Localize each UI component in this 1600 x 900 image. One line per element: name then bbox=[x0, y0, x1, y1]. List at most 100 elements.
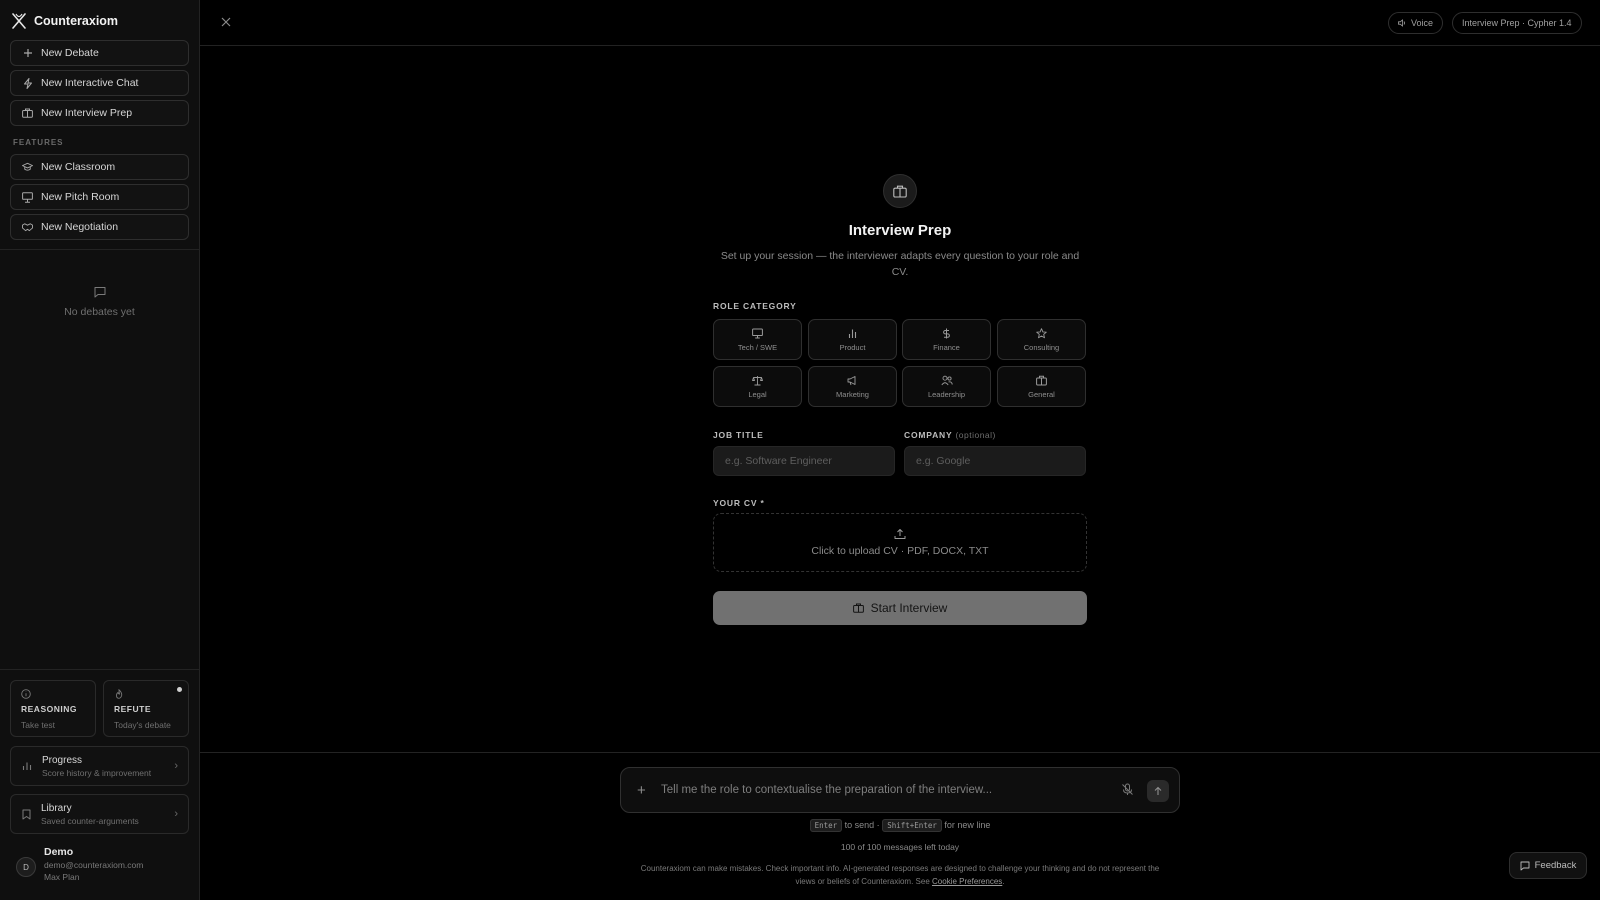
company-label: COMPANY bbox=[904, 430, 953, 440]
sidebar-divider bbox=[0, 249, 199, 250]
star-icon bbox=[1036, 327, 1047, 339]
brand-name: Counteraxiom bbox=[34, 14, 119, 28]
new-interview-prep-button[interactable]: New Interview Prep bbox=[10, 100, 189, 126]
briefcase-icon bbox=[852, 603, 864, 613]
sidebar-bottom-divider bbox=[0, 669, 199, 670]
shift-enter-key: Shift+Enter bbox=[882, 819, 942, 832]
brand[interactable]: Counteraxiom bbox=[12, 10, 118, 32]
progress-link[interactable]: Progress Score history & improvement › bbox=[10, 746, 189, 786]
refute-title: REFUTE bbox=[114, 704, 151, 714]
bar-chart-icon bbox=[22, 761, 32, 771]
new-interactive-chat-button[interactable]: New Interactive Chat bbox=[10, 70, 189, 96]
mic-off-icon[interactable] bbox=[1121, 783, 1134, 796]
role-label: Consulting bbox=[1023, 342, 1060, 352]
mode-selector[interactable]: Interview Prep · Cypher 1.4 bbox=[1452, 12, 1582, 34]
cookie-preferences-link[interactable]: Cookie Preferences bbox=[932, 877, 1002, 886]
voice-button[interactable]: Voice bbox=[1388, 12, 1444, 34]
company-optional: (optional) bbox=[955, 430, 996, 440]
refute-card[interactable]: REFUTE Today's debate bbox=[103, 680, 189, 737]
megaphone-icon bbox=[847, 375, 858, 386]
feedback-button[interactable]: Feedback bbox=[1509, 852, 1587, 879]
disclaimer-text: Counteraxiom can make mistakes. Check im… bbox=[640, 864, 1160, 886]
user-email: demo@counteraxiom.com bbox=[44, 860, 144, 870]
job-title-heading: JOB TITLE bbox=[713, 430, 764, 440]
user-name: Demo bbox=[44, 846, 74, 858]
graduation-cap-icon bbox=[22, 162, 33, 173]
role-category-heading: ROLE CATEGORY bbox=[713, 301, 797, 311]
role-finance[interactable]: Finance bbox=[902, 319, 991, 360]
plus-icon bbox=[22, 48, 33, 59]
avatar: D bbox=[16, 857, 36, 877]
role-label: Leadership bbox=[927, 389, 966, 399]
info-icon bbox=[21, 689, 85, 699]
briefcase-icon bbox=[883, 174, 917, 208]
mode-label: Interview Prep · Cypher 1.4 bbox=[1462, 18, 1572, 28]
upload-icon bbox=[894, 528, 906, 540]
briefcase-icon bbox=[1036, 375, 1047, 386]
logo-icon bbox=[12, 13, 26, 29]
role-marketing[interactable]: Marketing bbox=[808, 366, 897, 407]
reasoning-sub: Take test bbox=[21, 720, 56, 730]
chat-bubble-icon bbox=[94, 286, 106, 298]
start-interview-button[interactable]: Start Interview bbox=[713, 591, 1087, 625]
bookmark-icon bbox=[22, 809, 31, 820]
progress-sub: Score history & improvement bbox=[42, 767, 152, 778]
messages-left: 100 of 100 messages left today bbox=[840, 842, 960, 852]
empty-debates-text: No debates yet bbox=[64, 306, 135, 318]
role-label: Product bbox=[839, 342, 866, 352]
chat-bubble-icon bbox=[1520, 861, 1530, 871]
hint-newline: for new line bbox=[944, 820, 991, 830]
briefcase-icon bbox=[22, 108, 33, 119]
page-subtitle: Set up your session — the interviewer ad… bbox=[720, 250, 1080, 278]
new-classroom-label: New Classroom bbox=[41, 161, 116, 173]
hint-send: to send · bbox=[844, 820, 880, 830]
monitor-icon bbox=[752, 328, 763, 339]
enter-key: Enter bbox=[809, 819, 843, 832]
speaker-icon bbox=[1398, 19, 1407, 27]
sidebar: Counteraxiom New Debate New Interactive … bbox=[0, 0, 200, 900]
role-product[interactable]: Product bbox=[808, 319, 897, 360]
library-link[interactable]: Library Saved counter-arguments › bbox=[10, 794, 189, 834]
new-pitch-room-label: New Pitch Room bbox=[41, 191, 120, 203]
new-interview-prep-label: New Interview Prep bbox=[41, 107, 133, 119]
new-classroom-button[interactable]: New Classroom bbox=[10, 154, 189, 180]
upload-text: Click to upload CV · PDF, DOCX, TXT bbox=[811, 545, 989, 557]
new-pitch-room-button[interactable]: New Pitch Room bbox=[10, 184, 189, 210]
role-label: Finance bbox=[933, 342, 960, 352]
send-button[interactable] bbox=[1147, 780, 1169, 802]
dollar-icon bbox=[941, 328, 952, 339]
close-icon[interactable] bbox=[219, 15, 233, 29]
page-title: Interview Prep bbox=[848, 222, 952, 239]
bolt-icon bbox=[22, 77, 33, 89]
chevron-right-icon: › bbox=[174, 760, 178, 772]
role-general[interactable]: General bbox=[997, 366, 1086, 407]
users-icon bbox=[941, 375, 953, 386]
composer-divider bbox=[200, 752, 1600, 753]
attach-plus-icon[interactable]: + bbox=[637, 782, 646, 799]
role-leadership[interactable]: Leadership bbox=[902, 366, 991, 407]
message-composer[interactable]: + Tell me the role to contextualise the … bbox=[620, 767, 1180, 813]
user-profile[interactable]: D Demo demo@counteraxiom.com Max Plan bbox=[16, 846, 143, 882]
company-input[interactable]: e.g. Google bbox=[904, 446, 1086, 476]
role-legal[interactable]: Legal bbox=[713, 366, 802, 407]
message-input[interactable]: Tell me the role to contextualise the pr… bbox=[661, 784, 992, 796]
features-heading: FEATURES bbox=[13, 138, 64, 147]
new-debate-label: New Debate bbox=[41, 47, 99, 59]
presentation-icon bbox=[22, 191, 33, 203]
disclaimer: Counteraxiom can make mistakes. Check im… bbox=[630, 862, 1170, 888]
new-debate-button[interactable]: New Debate bbox=[10, 40, 189, 66]
reasoning-title: REASONING bbox=[21, 704, 77, 714]
user-plan: Max Plan bbox=[44, 872, 80, 882]
role-tech-swe[interactable]: Tech / SWE bbox=[713, 319, 802, 360]
role-consulting[interactable]: Consulting bbox=[997, 319, 1086, 360]
library-title: Library bbox=[41, 802, 72, 814]
disclaimer-end: . bbox=[1002, 877, 1005, 886]
reasoning-card[interactable]: REASONING Take test bbox=[10, 680, 96, 737]
cv-heading: YOUR CV * bbox=[713, 498, 765, 508]
flame-icon bbox=[114, 689, 178, 699]
job-title-input[interactable]: e.g. Software Engineer bbox=[713, 446, 895, 476]
top-bar: Voice Interview Prep · Cypher 1.4 bbox=[200, 0, 1600, 46]
cv-upload-dropzone[interactable]: Click to upload CV · PDF, DOCX, TXT bbox=[713, 513, 1087, 572]
new-negotiation-button[interactable]: New Negotiation bbox=[10, 214, 189, 240]
empty-debates: No debates yet bbox=[0, 286, 199, 318]
